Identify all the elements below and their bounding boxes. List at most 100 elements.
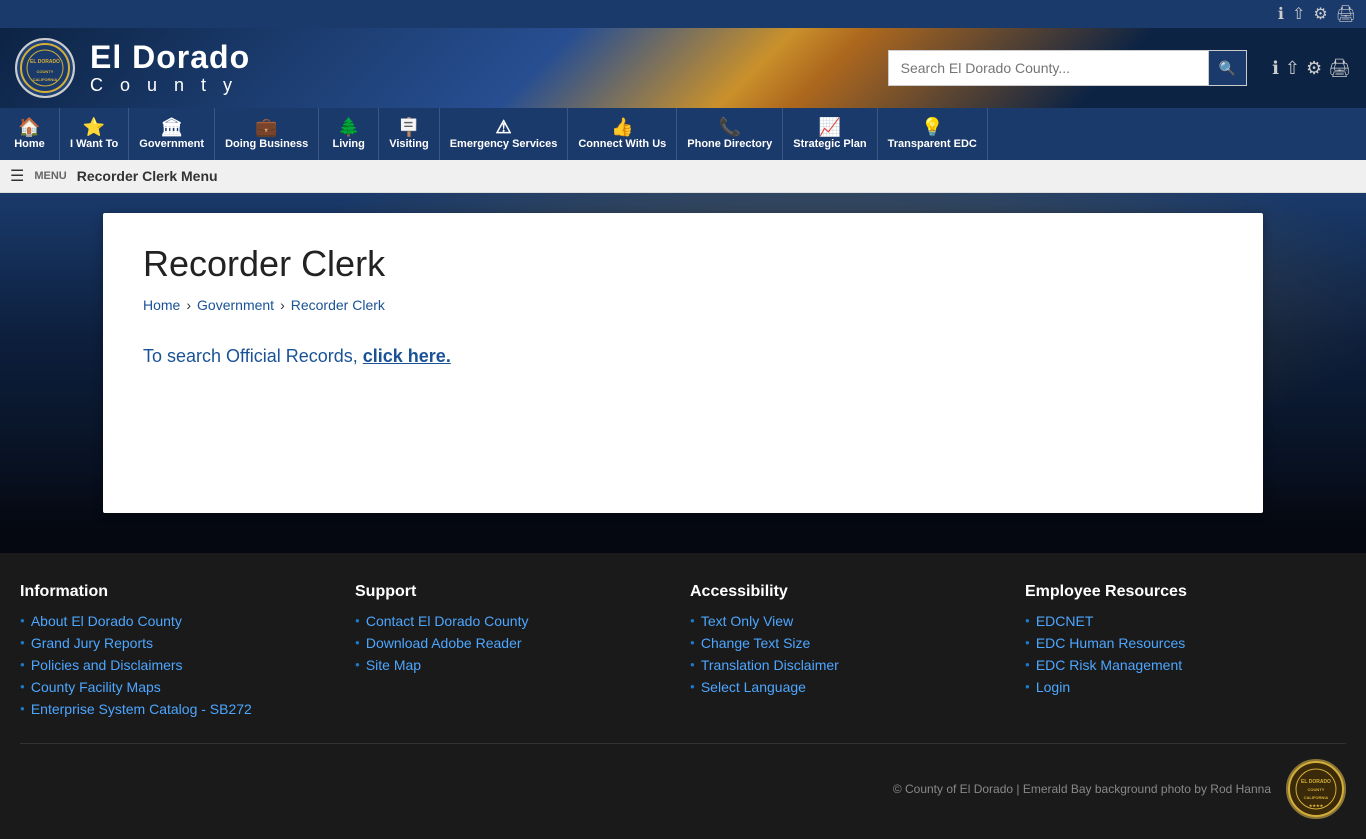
list-item: Change Text Size (690, 635, 1005, 651)
footer-link-translation[interactable]: Translation Disclaimer (701, 657, 839, 673)
search-input[interactable] (888, 50, 1208, 86)
nav-item-i-want-to[interactable]: ⭐ I Want To (60, 108, 129, 160)
breadcrumb-sep-1: › (186, 297, 191, 313)
footer-link-text-size[interactable]: Change Text Size (701, 635, 810, 651)
header-utility-icons: ℹ ⇧ ⚙ 🖨 (1272, 58, 1351, 79)
site-logo[interactable]: EL DORADO COUNTY CALIFORNIA (15, 38, 75, 98)
footer-employee-resources: Employee Resources EDCNET EDC Human Reso… (1025, 583, 1340, 723)
menu-text: MENU (34, 170, 66, 182)
copyright-text: © County of El Dorado | Emerald Bay back… (893, 782, 1271, 796)
hamburger-icon[interactable]: ☰ (10, 166, 24, 186)
footer-link-hr[interactable]: EDC Human Resources (1036, 635, 1185, 651)
site-subtitle: C o u n t y (90, 75, 250, 96)
footer-link-grand-jury[interactable]: Grand Jury Reports (31, 635, 153, 651)
footer-accessibility: Accessibility Text Only View Change Text… (690, 583, 1005, 723)
settings-icon[interactable]: ⚙ (1313, 4, 1327, 24)
breadcrumb-current: Recorder Clerk (291, 297, 385, 313)
svg-text:EL DORADO: EL DORADO (1301, 779, 1331, 785)
footer-link-enterprise-catalog[interactable]: Enterprise System Catalog - SB272 (31, 701, 252, 717)
list-item: Enterprise System Catalog - SB272 (20, 701, 335, 717)
tree-icon: 🌲 (337, 118, 359, 136)
footer-link-sitemap[interactable]: Site Map (366, 657, 421, 673)
nav-item-visiting[interactable]: 🪧 Visiting (379, 108, 440, 160)
svg-text:COUNTY: COUNTY (1308, 787, 1325, 792)
nav-item-connect-with-us[interactable]: 👍 Connect With Us (568, 108, 677, 160)
nav-item-strategic-plan[interactable]: 📈 Strategic Plan (783, 108, 877, 160)
nav-item-doing-business[interactable]: 💼 Doing Business (215, 108, 319, 160)
footer-employee-heading: Employee Resources (1025, 583, 1340, 601)
svg-text:COUNTY: COUNTY (37, 69, 54, 74)
header-share-icon[interactable]: ⇧ (1285, 58, 1300, 79)
footer-link-policies[interactable]: Policies and Disclaimers (31, 657, 183, 673)
search-button[interactable]: 🔍 (1208, 50, 1247, 86)
footer: Information About El Dorado County Grand… (0, 553, 1366, 839)
footer-link-facility-maps[interactable]: County Facility Maps (31, 679, 161, 695)
main-nav: 🏠 Home ⭐ I Want To 🏛 Government 💼 Doing … (0, 108, 1366, 160)
footer-support: Support Contact El Dorado County Downloa… (355, 583, 670, 723)
info-icon[interactable]: ℹ (1278, 4, 1284, 24)
footer-link-text-only[interactable]: Text Only View (701, 613, 793, 629)
footer-link-language[interactable]: Select Language (701, 679, 806, 695)
site-name: El Dorado (90, 40, 250, 75)
search-records-text: To search Official Records, click here. (143, 343, 1223, 370)
list-item: Policies and Disclaimers (20, 657, 335, 673)
header-info-icon[interactable]: ℹ (1272, 58, 1279, 79)
nav-item-government[interactable]: 🏛 Government (129, 108, 215, 160)
nav-item-living[interactable]: 🌲 Living (319, 108, 379, 160)
list-item: Select Language (690, 679, 1005, 695)
list-item: County Facility Maps (20, 679, 335, 695)
footer-seal: EL DORADO COUNTY CALIFORNIA ★★★★ (1286, 759, 1346, 819)
transparent-icon: 💡 (921, 118, 943, 136)
nav-item-emergency-services[interactable]: ⚠ Emergency Services (440, 108, 569, 160)
footer-link-about[interactable]: About El Dorado County (31, 613, 182, 629)
list-item: Login (1025, 679, 1340, 695)
government-icon: 🏛 (160, 118, 183, 136)
header-settings-icon[interactable]: ⚙ (1306, 58, 1322, 79)
list-item: Site Map (355, 657, 670, 673)
header-print-icon[interactable]: 🖨 (1328, 58, 1351, 79)
business-icon: 💼 (255, 118, 277, 136)
footer-information-heading: Information (20, 583, 335, 601)
list-item: EDCNET (1025, 613, 1340, 629)
connect-icon: 👍 (611, 118, 633, 136)
list-item: EDC Human Resources (1025, 635, 1340, 651)
list-item: EDC Risk Management (1025, 657, 1340, 673)
breadcrumb: Home › Government › Recorder Clerk (143, 297, 1223, 313)
print-icon[interactable]: 🖨 (1336, 4, 1356, 24)
list-item: Translation Disclaimer (690, 657, 1005, 673)
footer-bottom: © County of El Dorado | Emerald Bay back… (20, 743, 1346, 819)
svg-text:CALIFORNIA: CALIFORNIA (1304, 795, 1329, 800)
top-utility-bar: ℹ ⇧ ⚙ 🖨 (0, 0, 1366, 28)
breadcrumb-government[interactable]: Government (197, 297, 274, 313)
breadcrumb-home[interactable]: Home (143, 297, 180, 313)
phone-icon: 📞 (719, 118, 741, 136)
svg-text:★★★★: ★★★★ (1309, 803, 1324, 808)
emergency-icon: ⚠ (495, 118, 511, 136)
menu-bar: ☰ MENU Recorder Clerk Menu (0, 160, 1366, 193)
nav-item-home[interactable]: 🏠 Home (0, 108, 60, 160)
footer-link-login[interactable]: Login (1036, 679, 1070, 695)
strategic-icon: 📈 (819, 118, 841, 136)
footer-link-edcnet[interactable]: EDCNET (1036, 613, 1094, 629)
search-text-prefix: To search Official Records, (143, 346, 363, 366)
share-icon[interactable]: ⇧ (1292, 4, 1305, 24)
nav-item-phone-directory[interactable]: 📞 Phone Directory (677, 108, 783, 160)
section-menu-label: Recorder Clerk Menu (77, 168, 218, 184)
footer-support-heading: Support (355, 583, 670, 601)
nav-item-transparent-edc[interactable]: 💡 Transparent EDC (878, 108, 988, 160)
footer-accessibility-heading: Accessibility (690, 583, 1005, 601)
footer-link-adobe[interactable]: Download Adobe Reader (366, 635, 522, 651)
visiting-icon: 🪧 (398, 118, 420, 136)
footer-link-risk[interactable]: EDC Risk Management (1036, 657, 1182, 673)
home-icon: 🏠 (18, 118, 40, 136)
list-item: Download Adobe Reader (355, 635, 670, 651)
site-header: EL DORADO COUNTY CALIFORNIA El Dorado C … (0, 28, 1366, 108)
footer-grid: Information About El Dorado County Grand… (20, 583, 1340, 723)
breadcrumb-sep-2: › (280, 297, 285, 313)
svg-text:CALIFORNIA: CALIFORNIA (33, 77, 58, 82)
list-item: Text Only View (690, 613, 1005, 629)
page-title: Recorder Clerk (143, 243, 1223, 285)
footer-link-contact[interactable]: Contact El Dorado County (366, 613, 529, 629)
search-records-link[interactable]: click here. (363, 346, 451, 366)
footer-information: Information About El Dorado County Grand… (20, 583, 335, 723)
